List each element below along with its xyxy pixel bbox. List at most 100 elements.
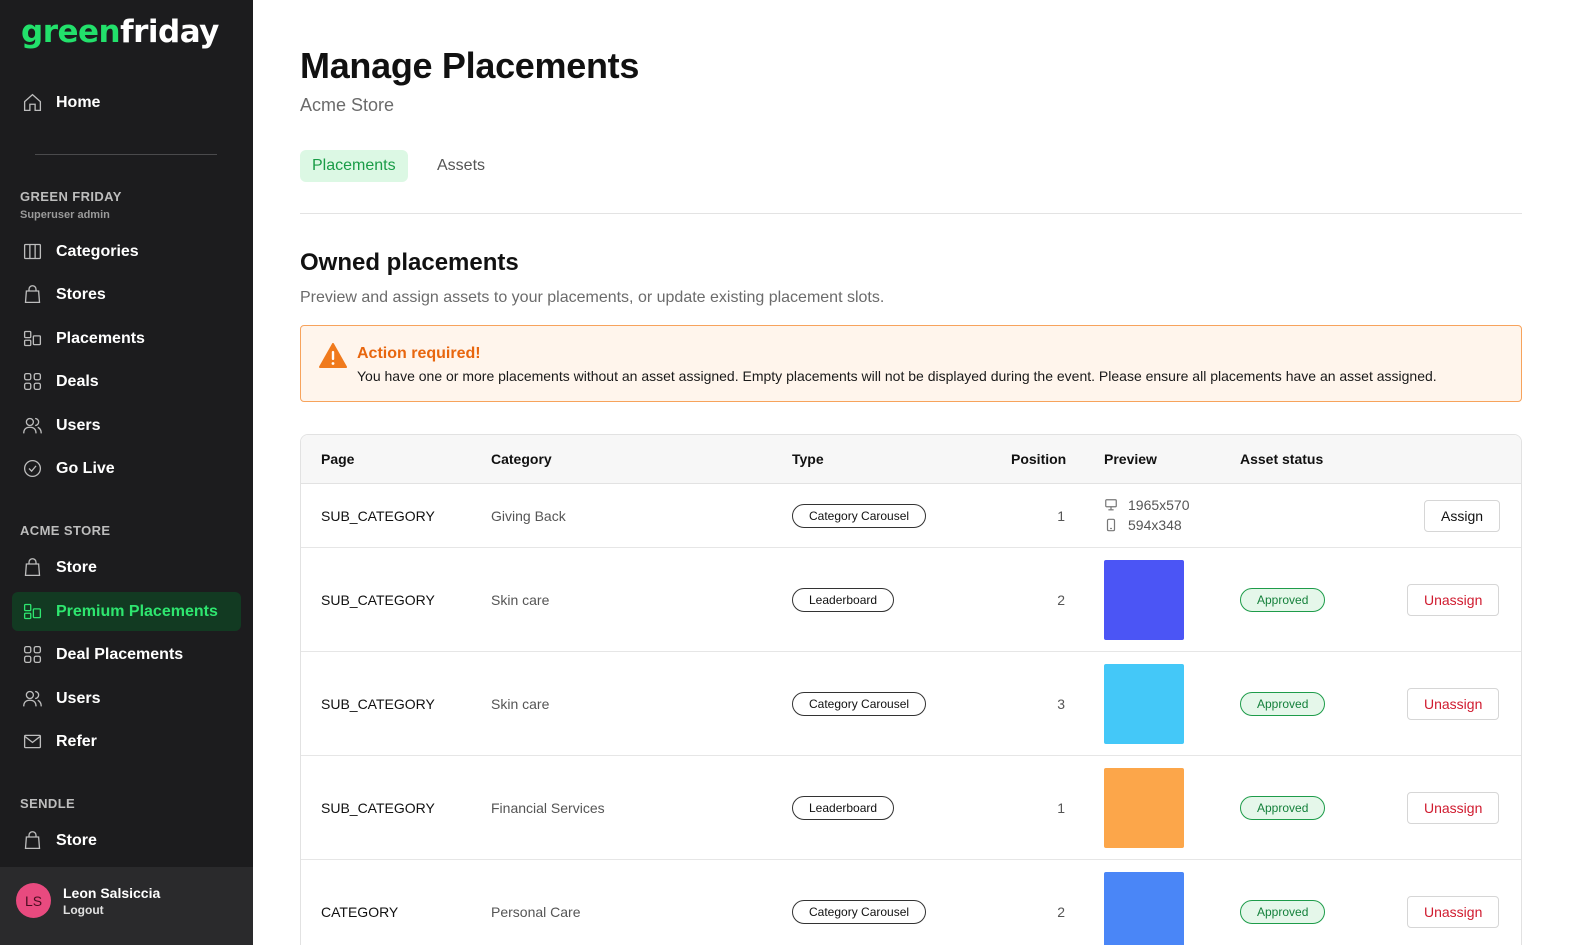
grid-icon	[21, 644, 43, 666]
shopping-bag-icon	[21, 830, 43, 852]
asset-preview[interactable]	[1104, 872, 1184, 945]
grid-icon	[21, 371, 43, 393]
sidebar-item-label: Users	[56, 416, 101, 434]
cell-page: CATEGORY	[321, 904, 399, 920]
unassign-button[interactable]: Unassign	[1407, 896, 1500, 928]
status-badge: Approved	[1240, 796, 1326, 820]
table-row: CATEGORY Personal Care Category Carousel…	[301, 860, 1521, 945]
table-row: SUB_CATEGORY Financial Services Leaderbo…	[301, 756, 1521, 860]
desktop-icon	[1105, 499, 1117, 511]
sidebar-item-placements[interactable]: Placements	[12, 319, 241, 358]
sidebar-item-label: Categories	[56, 242, 139, 260]
sidebar-section-title: GREEN FRIDAY	[20, 189, 122, 204]
sidebar-item-categories[interactable]: Categories	[12, 232, 241, 271]
sidebar-item-label: Stores	[56, 285, 106, 303]
table-row: SUB_CATEGORY Giving Back Category Carous…	[301, 484, 1521, 548]
sidebar-item-label: Placements	[56, 329, 145, 347]
alert-title: Action required!	[357, 345, 481, 362]
sidebar-section-title: ACME STORE	[20, 523, 111, 538]
cell-category: Skin care	[491, 696, 550, 712]
tab-placements[interactable]: Placements	[300, 150, 408, 182]
section-description: Preview and assign assets to your placem…	[300, 289, 885, 306]
cell-position: 2	[1057, 904, 1065, 920]
shopping-bag-icon	[21, 284, 43, 306]
unassign-button[interactable]: Unassign	[1407, 584, 1500, 616]
sidebar-item-label: Users	[56, 689, 101, 707]
sidebar-item-users[interactable]: Users	[12, 406, 241, 445]
column-header-preview[interactable]: Preview	[1104, 451, 1157, 467]
sidebar-item-label: Go Live	[56, 459, 115, 477]
sidebar-section-subtitle: Superuser admin	[20, 209, 110, 221]
cell-page: SUB_CATEGORY	[321, 592, 435, 608]
section-title: Owned placements	[300, 249, 519, 276]
badge-check-icon	[21, 458, 43, 480]
sidebar-item-label: Deal Placements	[56, 645, 184, 663]
cell-position: 2	[1057, 592, 1065, 608]
cell-position: 1	[1057, 508, 1065, 524]
cell-page: SUB_CATEGORY	[321, 800, 435, 816]
sidebar-item-refer[interactable]: Refer	[12, 722, 241, 761]
type-badge: Category Carousel	[792, 900, 927, 924]
users-icon	[21, 688, 43, 710]
cell-category: Personal Care	[491, 904, 581, 920]
cell-category: Financial Services	[491, 800, 605, 816]
user-profile: LS Leon Salsiccia Logout	[0, 867, 253, 945]
sidebar-item-label: Deals	[56, 372, 99, 390]
sidebar-item-label: Premium Placements	[56, 602, 218, 620]
type-badge: Category Carousel	[792, 504, 927, 528]
table-row: SUB_CATEGORY Skin care Category Carousel…	[301, 652, 1521, 756]
asset-preview[interactable]	[1104, 768, 1184, 848]
column-header-asset-status[interactable]: Asset status	[1240, 451, 1323, 467]
page-subtitle: Acme Store	[300, 95, 395, 115]
main-content: Manage Placements Acme Store Placements …	[253, 0, 1589, 945]
sidebar-item-deals[interactable]: Deals	[12, 362, 241, 401]
desktop-dimensions: 1965x570	[1128, 497, 1190, 513]
sidebar-item-label: Store	[56, 831, 97, 849]
placements-icon	[21, 328, 43, 350]
sidebar-item-sendle-store[interactable]: Store	[12, 821, 241, 860]
mobile-dimensions: 594x348	[1128, 517, 1182, 533]
status-badge: Approved	[1240, 692, 1326, 716]
sidebar-item-stores[interactable]: Stores	[12, 275, 241, 314]
home-icon	[21, 92, 43, 114]
alert-text: You have one or more placements without …	[357, 368, 1437, 384]
warning-icon	[319, 343, 347, 368]
users-icon	[21, 415, 43, 437]
unassign-button[interactable]: Unassign	[1407, 688, 1500, 720]
column-header-page[interactable]: Page	[321, 451, 354, 467]
sidebar-item-store[interactable]: Store	[12, 548, 241, 587]
action-required-alert: Action required! You have one or more pl…	[300, 325, 1522, 402]
sidebar-item-deal-placements[interactable]: Deal Placements	[12, 635, 241, 674]
sidebar-section-title: SENDLE	[20, 796, 76, 811]
table-row: SUB_CATEGORY Skin care Leaderboard 2 App…	[301, 548, 1521, 652]
brand-logo-part2: friday	[120, 14, 219, 50]
sidebar-item-store-users[interactable]: Users	[12, 679, 241, 718]
sidebar-item-go-live[interactable]: Go Live	[12, 449, 241, 488]
divider	[300, 213, 1522, 214]
column-header-type[interactable]: Type	[792, 451, 824, 467]
type-badge: Leaderboard	[792, 796, 895, 820]
sidebar-item-premium-placements[interactable]: Premium Placements	[12, 592, 241, 631]
tab-assets[interactable]: Assets	[425, 150, 497, 182]
sidebar-item-home[interactable]: Home	[12, 83, 241, 122]
sidebar-item-label: Home	[56, 93, 101, 111]
logout-link[interactable]: Logout	[63, 903, 104, 917]
preview-dimensions: 1965x570 594x348	[1104, 495, 1190, 535]
asset-preview[interactable]	[1104, 560, 1184, 640]
cell-page: SUB_CATEGORY	[321, 696, 435, 712]
column-header-category[interactable]: Category	[491, 451, 552, 467]
unassign-button[interactable]: Unassign	[1407, 792, 1500, 824]
assign-button[interactable]: Assign	[1424, 500, 1501, 532]
shopping-bag-icon	[21, 557, 43, 579]
cell-category: Giving Back	[491, 508, 566, 524]
asset-preview[interactable]	[1104, 664, 1184, 744]
sidebar: greenfriday Home GREEN FRIDAY Superuser …	[0, 0, 253, 945]
column-header-position[interactable]: Position	[1011, 451, 1066, 467]
user-name: Leon Salsiccia	[63, 885, 161, 901]
cell-category: Skin care	[491, 592, 550, 608]
avatar[interactable]: LS	[16, 883, 51, 918]
cell-position: 1	[1057, 800, 1065, 816]
cell-position: 3	[1057, 696, 1065, 712]
brand-logo[interactable]: greenfriday	[21, 14, 219, 50]
brand-logo-part1: green	[21, 14, 121, 50]
